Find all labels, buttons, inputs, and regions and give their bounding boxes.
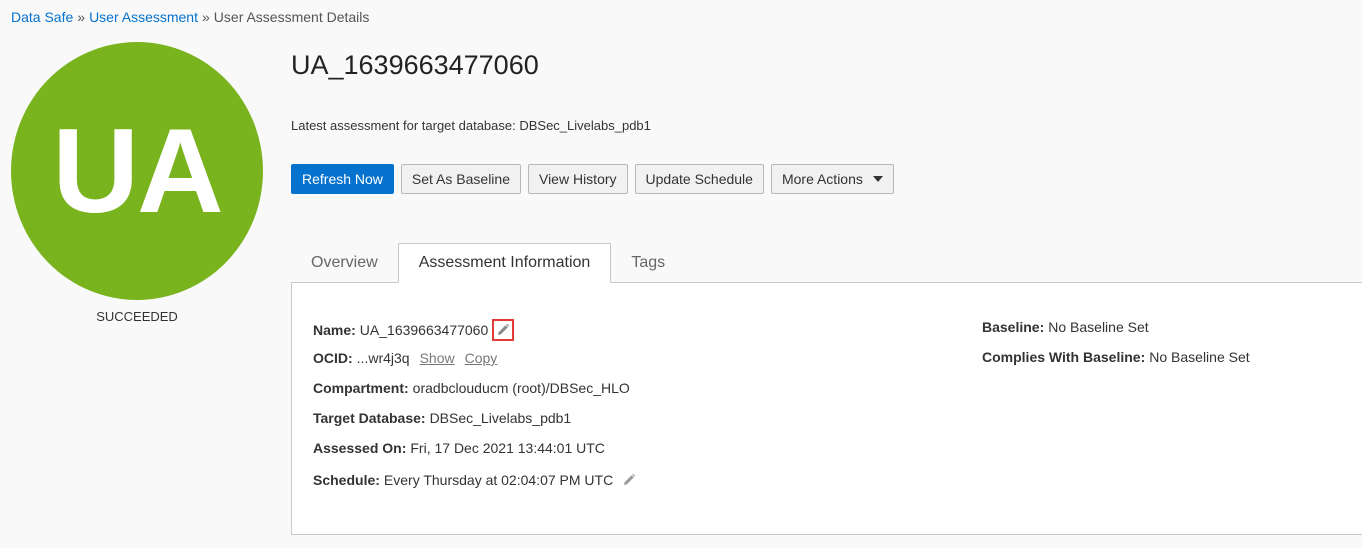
baseline-label: Baseline: — [982, 319, 1045, 335]
breadcrumb-data-safe[interactable]: Data Safe — [11, 9, 73, 25]
breadcrumb-separator: » — [77, 9, 86, 25]
schedule-value: Every Thursday at 02:04:07 PM UTC — [383, 472, 614, 488]
assessed-on-value: Fri, 17 Dec 2021 13:44:01 UTC — [410, 440, 605, 456]
breadcrumb-current: User Assessment Details — [213, 9, 370, 25]
assessed-on-label: Assessed On: — [313, 440, 407, 456]
target-database-label: Target Database: — [313, 410, 426, 426]
info-row-compartment: Compartment: oradbclouducm (root)/DBSec_… — [313, 380, 630, 396]
tab-overview[interactable]: Overview — [291, 243, 398, 282]
more-actions-label: More Actions — [781, 171, 863, 187]
page-title: UA_1639663477060 — [291, 50, 539, 80]
status-label: SUCCEEDED — [96, 309, 178, 324]
breadcrumb-user-assessment[interactable]: User Assessment — [89, 9, 198, 25]
ocid-value: ...wr4j3q — [356, 350, 410, 366]
avatar: UA — [11, 42, 263, 300]
baseline-value: No Baseline Set — [1048, 319, 1149, 335]
schedule-label: Schedule: — [313, 472, 380, 488]
pencil-icon — [498, 323, 510, 335]
info-row-schedule: Schedule: Every Thursday at 02:04:07 PM … — [313, 470, 639, 490]
name-value: UA_1639663477060 — [359, 322, 489, 338]
breadcrumb: Data Safe» User Assessment» User Assessmen… — [11, 9, 369, 25]
tab-bar: Overview Assessment Information Tags — [291, 243, 685, 283]
pencil-icon — [624, 473, 636, 485]
breadcrumb-separator: » — [202, 9, 210, 25]
edit-schedule-button[interactable] — [619, 470, 639, 490]
info-row-ocid: OCID: ...wr4j3q Show Copy — [313, 350, 497, 366]
refresh-now-button[interactable]: Refresh Now — [291, 164, 394, 194]
ocid-label: OCID: — [313, 350, 353, 366]
edit-name-button[interactable] — [492, 319, 515, 341]
show-ocid-link[interactable]: Show — [420, 350, 455, 366]
avatar-initials: UA — [52, 104, 223, 238]
copy-ocid-link[interactable]: Copy — [465, 350, 498, 366]
info-row-baseline: Baseline: No Baseline Set — [982, 319, 1149, 335]
view-history-button[interactable]: View History — [527, 164, 628, 194]
info-row-assessed-on: Assessed On: Fri, 17 Dec 2021 13:44:01 U… — [313, 440, 605, 456]
info-row-name: Name: UA_1639663477060 — [313, 319, 515, 341]
info-row-target-database: Target Database: DBSec_Livelabs_pdb1 — [313, 410, 571, 426]
tab-tags[interactable]: Tags — [611, 243, 685, 282]
complies-with-baseline-value: No Baseline Set — [1149, 349, 1250, 365]
assessment-info-panel: Name: UA_1639663477060 OCID: ...wr4j3q S… — [291, 282, 1362, 535]
action-bar: Refresh Now Set As Baseline View History… — [291, 164, 894, 194]
target-database-value: DBSec_Livelabs_pdb1 — [429, 410, 572, 426]
set-as-baseline-button[interactable]: Set As Baseline — [400, 164, 521, 194]
update-schedule-button[interactable]: Update Schedule — [634, 164, 764, 194]
complies-with-baseline-label: Complies With Baseline: — [982, 349, 1146, 365]
info-row-complies-with-baseline: Complies With Baseline: No Baseline Set — [982, 349, 1250, 365]
name-label: Name: — [313, 322, 356, 338]
more-actions-button[interactable]: More Actions — [770, 164, 894, 194]
compartment-label: Compartment: — [313, 380, 409, 396]
tab-assessment-information[interactable]: Assessment Information — [397, 243, 612, 283]
page-subtitle: Latest assessment for target database: D… — [291, 118, 651, 133]
compartment-value: oradbclouducm (root)/DBSec_HLO — [412, 380, 630, 396]
caret-down-icon — [872, 176, 883, 182]
